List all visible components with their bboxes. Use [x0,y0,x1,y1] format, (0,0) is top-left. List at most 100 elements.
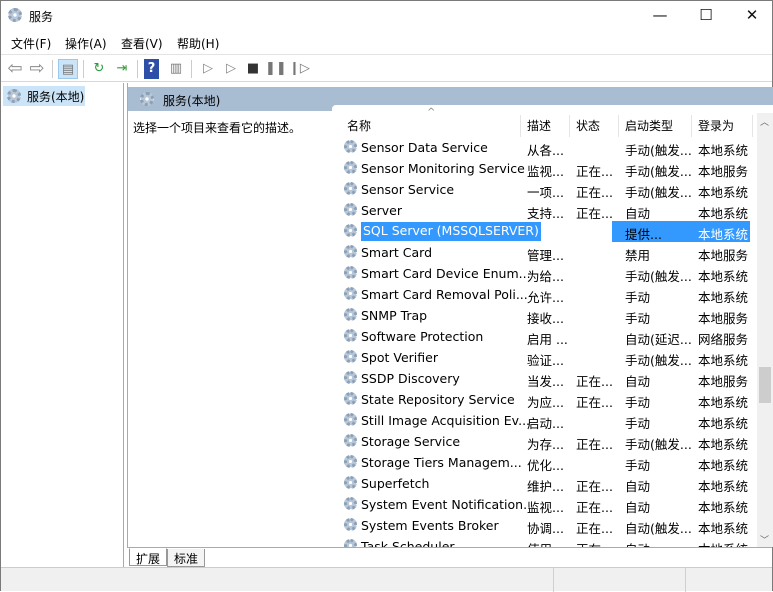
service-startup-type: 自动(延迟... [625,332,692,347]
table-row[interactable]: Server 支持... 正在... 自动 本地系统 [332,200,757,221]
column-log-on-as[interactable]: 登录为 [698,117,734,137]
service-description: 启用 ... [527,332,568,347]
back-icon[interactable]: ⇦ [5,59,25,79]
service-gear-icon [344,224,357,237]
menu-view[interactable]: 查看(V) [121,35,163,52]
table-row[interactable]: Still Image Acquisition Ev... 启动... 手动 本地系统 [332,410,757,431]
resume-icon[interactable]: ❙▷ [289,59,310,79]
service-startup-type: 手动(触发... [625,437,692,452]
column-description[interactable]: 描述 [527,117,551,137]
refresh-icon[interactable]: ↻ [89,59,109,79]
scrollbar-thumb[interactable] [759,367,771,403]
table-row[interactable]: System Events Broker 协调... 正在... 自动(触发... 本地… [332,515,757,536]
vertical-scrollbar[interactable]: ︿ ﹀ [757,113,773,547]
service-description: 为应... [527,395,564,410]
service-startup-type: 手动 [625,290,651,305]
properties-icon[interactable]: ▥ [166,59,186,79]
stop-icon[interactable]: ■ [243,59,263,79]
service-gear-icon [344,245,357,258]
service-log-on-as: 本地系统 [698,290,749,305]
service-name: Smart Card Removal Poli... [361,287,528,302]
service-description: 优化... [527,458,564,473]
service-name: Spot Verifier [361,350,438,365]
service-log-on-as: 本地系统 [698,479,749,494]
tab-extended[interactable]: 扩展 [129,548,168,566]
table-row[interactable]: Spot Verifier 验证... 手动(触发... 本地系统 [332,347,757,368]
service-name: Sensor Data Service [361,140,488,155]
table-row[interactable]: Sensor Monitoring Service 监视... 正在... 手动(触发… [332,158,757,179]
service-gear-icon [344,182,357,195]
pause-icon[interactable]: ❚❚ [265,59,287,79]
service-name: SSDP Discovery [361,371,460,386]
service-startup-type: 手动(触发... [625,185,692,200]
service-gear-icon [344,140,357,153]
table-row[interactable]: Superfetch 维护... 正在... 自动 本地系统 [332,473,757,494]
tab-standard[interactable]: 标准 [167,549,206,567]
menu-action[interactable]: 操作(A) [65,35,107,52]
minimize-button[interactable]: — [637,1,683,31]
services-app-icon [8,8,22,22]
column-name[interactable]: 名称 [347,117,371,137]
table-row[interactable]: Storage Tiers Managem... 优化... 手动 本地系统 [332,452,757,473]
column-header: ^ 名称 描述 状态 启动类型 登录为 [332,107,757,137]
start-alt-icon[interactable]: ▷ [221,59,241,79]
service-startup-type: 自动 [625,539,650,547]
menu-file[interactable]: 文件(F) [11,35,51,52]
start-icon[interactable]: ▷ [198,59,218,79]
table-row[interactable]: SQL Server (MSSQLSERVER) 提供... 本地系统 [332,221,757,242]
details-pane: 服务(本地) 选择一个项目来查看它的描述。 ^ 名称 描述 状态 启动类型 登录… [127,83,773,547]
view-tabs: 扩展 标准 [127,547,772,567]
close-button[interactable]: ✕ [729,1,773,31]
service-name: Server [361,203,402,218]
service-gear-icon [344,266,357,279]
column-startup-type[interactable]: 启动类型 [625,117,673,137]
service-status: 正在... [576,206,613,221]
service-startup-type: 自动 [625,374,651,389]
services-icon [140,92,154,106]
scroll-up-icon[interactable]: ︿ [760,115,769,128]
tree-item-services-local[interactable]: 服务(本地) [3,86,85,106]
service-name: System Events Broker [361,518,499,533]
service-log-on-as: 本地服务 [698,248,749,263]
service-log-on-as: 本地系统 [698,458,749,473]
service-startup-type: 手动(触发... [625,269,692,284]
table-row[interactable]: Sensor Data Service 从各... 手动(触发... 本地系统 [332,137,757,158]
table-row[interactable]: System Event Notification... 监视... 正在... 自动… [332,494,757,515]
service-description: 使用... [527,539,564,547]
table-row[interactable]: SSDP Discovery 当发... 正在... 自动 本地服务 [332,368,757,389]
console-tree: 服务(本地) [1,83,124,567]
maximize-button[interactable]: ☐ [683,1,729,31]
service-name: SNMP Trap [361,308,428,323]
export-list-icon[interactable]: ⇥ [112,59,132,79]
table-row[interactable]: Smart Card 管理... 禁用 本地服务 [332,242,757,263]
table-row[interactable]: Smart Card Device Enum... 为给... 手动(触发... 本地… [332,263,757,284]
table-row[interactable]: State Repository Service 为应... 正在... 手动 本地系统 [332,389,757,410]
service-description: 协调... [527,521,564,536]
service-gear-icon [344,455,357,468]
service-log-on-as: 本地系统 [698,206,749,221]
forward-icon[interactable]: ⇨ [27,59,47,79]
service-gear-icon [344,518,357,531]
table-row[interactable]: Smart Card Removal Poli... 允许... 手动 本地系统 [332,284,757,305]
service-status: 正在... [576,500,613,515]
service-status: 正在... [576,164,613,179]
help-icon[interactable]: ? [144,59,159,79]
service-name: SQL Server (MSSQLSERVER) [361,222,541,241]
table-row[interactable]: Task Scheduler 使用... 正在... 自动 本地系统 [332,536,757,547]
service-gear-icon [344,539,357,547]
show-hide-console-tree-icon[interactable]: ▤ [58,59,78,79]
service-startup-type: 手动 [625,458,651,473]
table-row[interactable]: SNMP Trap 接收... 手动 本地服务 [332,305,757,326]
table-row[interactable]: Sensor Service 一项... 正在... 手动(触发... 本地系统 [332,179,757,200]
service-log-on-as: 本地系统 [698,185,749,200]
service-name: Storage Service [361,434,461,449]
service-status: 正在... [576,521,613,536]
service-log-on-as: 本地系统 [698,437,749,452]
scroll-down-icon[interactable]: ﹀ [760,533,769,546]
column-status[interactable]: 状态 [576,117,600,137]
table-row[interactable]: Software Protection 启用 ... 自动(延迟... 网络服务 [332,326,757,347]
table-row[interactable]: Storage Service 为存... 正在... 手动(触发... 本地系统 [332,431,757,452]
menu-help[interactable]: 帮助(H) [177,35,219,52]
service-startup-type: 手动(触发... [625,164,692,179]
service-gear-icon [344,350,357,363]
